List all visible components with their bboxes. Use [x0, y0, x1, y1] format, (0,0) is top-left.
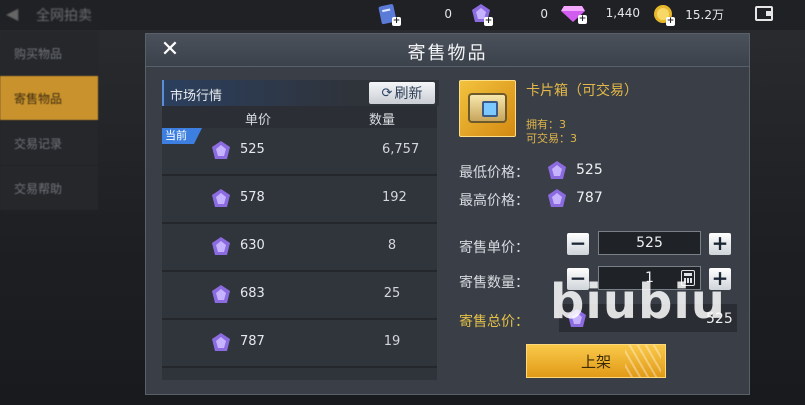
dialog-title: 寄售物品 — [407, 43, 488, 64]
purple-crystal-count: 0 — [540, 7, 548, 21]
purple-crystal-icon — [548, 189, 566, 207]
purple-crystal-icon — [212, 285, 230, 303]
add-icon: + — [392, 16, 401, 26]
top-bar: ◀ 全网拍卖 + 0 + 0 + 1,440 + 15.2万 — [0, 0, 805, 30]
market-rows: 525 6,757 578 192 630 8 683 25 787 19 — [162, 128, 437, 368]
row-quantity: 8 — [387, 238, 397, 253]
max-price-label: 最高价格： — [459, 193, 529, 209]
menu-item-records[interactable]: 交易记录 — [0, 121, 98, 165]
diamond-count: 1,440 — [605, 6, 640, 20]
consign-dialog: ✕ 寄售物品 市场行情 ⟳ 刷新 单价 数量 当前 525 6,757 578 … — [145, 33, 750, 395]
resource-card-ticket[interactable]: + 0 — [378, 3, 452, 26]
row-quantity: 6,757 — [382, 142, 420, 157]
quantity-label: 寄售数量： — [459, 275, 529, 291]
market-header: 市场行情 ⟳ 刷新 — [162, 80, 439, 106]
purple-crystal-icon — [548, 161, 566, 179]
card-ticket-count: 0 — [444, 7, 452, 21]
list-button-label: 上架 — [580, 352, 611, 371]
row-price: 525 — [240, 142, 265, 157]
unit-price-label: 寄售单价： — [459, 240, 529, 256]
resource-diamond[interactable]: + 1,440 — [560, 3, 640, 24]
row-price: 683 — [240, 286, 265, 301]
purple-crystal-icon — [212, 237, 230, 255]
stripe-decoration — [625, 345, 661, 377]
column-price: 单价 — [245, 113, 272, 128]
back-arrow-icon[interactable]: ◀ — [6, 4, 18, 23]
row-price: 787 — [240, 334, 265, 349]
min-price-value: 525 — [576, 162, 603, 178]
unit-price-plus-button[interactable]: + — [709, 233, 731, 255]
unit-price-minus-button[interactable]: − — [567, 233, 589, 255]
watermark-logo: biubiu — [550, 274, 726, 330]
item-name: 卡片箱（可交易） — [526, 83, 638, 99]
add-icon: + — [578, 14, 587, 24]
left-menu: 购买物品 寄售物品 交易记录 交易帮助 — [0, 30, 98, 405]
menu-item-buy[interactable]: 购买物品 — [0, 31, 98, 75]
wallet-icon[interactable] — [755, 6, 773, 21]
row-quantity: 192 — [382, 190, 407, 205]
refresh-label: 刷新 — [394, 86, 423, 102]
item-tradable: 可交易：3 — [526, 132, 577, 145]
column-quantity: 数量 — [369, 113, 396, 128]
menu-item-help[interactable]: 交易帮助 — [0, 166, 98, 210]
row-quantity: 19 — [383, 334, 401, 349]
refresh-icon: ⟳ — [381, 85, 393, 101]
total-label: 寄售总价： — [459, 314, 529, 330]
purple-crystal-icon — [212, 141, 230, 159]
table-row[interactable]: 683 25 — [162, 272, 437, 320]
row-price: 578 — [240, 190, 265, 205]
add-icon: + — [484, 16, 493, 26]
gold-coin-count: 15.2万 — [685, 7, 724, 22]
max-price-value: 787 — [576, 190, 603, 206]
row-quantity: 25 — [383, 286, 401, 301]
add-icon: + — [666, 16, 675, 26]
dialog-header: ✕ 寄售物品 — [146, 34, 749, 67]
refresh-button[interactable]: ⟳ 刷新 — [369, 82, 435, 104]
table-row[interactable]: 787 19 — [162, 320, 437, 368]
table-row[interactable]: 525 6,757 — [162, 128, 437, 176]
market-column-headers: 单价 数量 — [162, 106, 437, 128]
market-panel: 市场行情 ⟳ 刷新 单价 数量 当前 525 6,757 578 192 630… — [162, 80, 439, 380]
purple-crystal-icon — [212, 189, 230, 207]
market-label: 市场行情 — [170, 89, 223, 104]
resource-purple-crystal[interactable]: + 0 — [470, 3, 548, 26]
card-box-icon — [459, 80, 516, 137]
table-row[interactable]: 630 8 — [162, 224, 437, 272]
menu-item-consign[interactable]: 寄售物品 — [0, 76, 98, 120]
row-price: 630 — [240, 238, 265, 253]
unit-price-input[interactable]: 525 — [598, 231, 701, 255]
table-row[interactable]: 578 192 — [162, 176, 437, 224]
purple-crystal-icon — [212, 333, 230, 351]
screen-title: 全网拍卖 — [36, 8, 92, 24]
list-item-button[interactable]: 上架 — [526, 344, 666, 378]
min-price-label: 最低价格： — [459, 165, 529, 181]
resource-gold-coin[interactable]: + 15.2万 — [652, 3, 724, 26]
